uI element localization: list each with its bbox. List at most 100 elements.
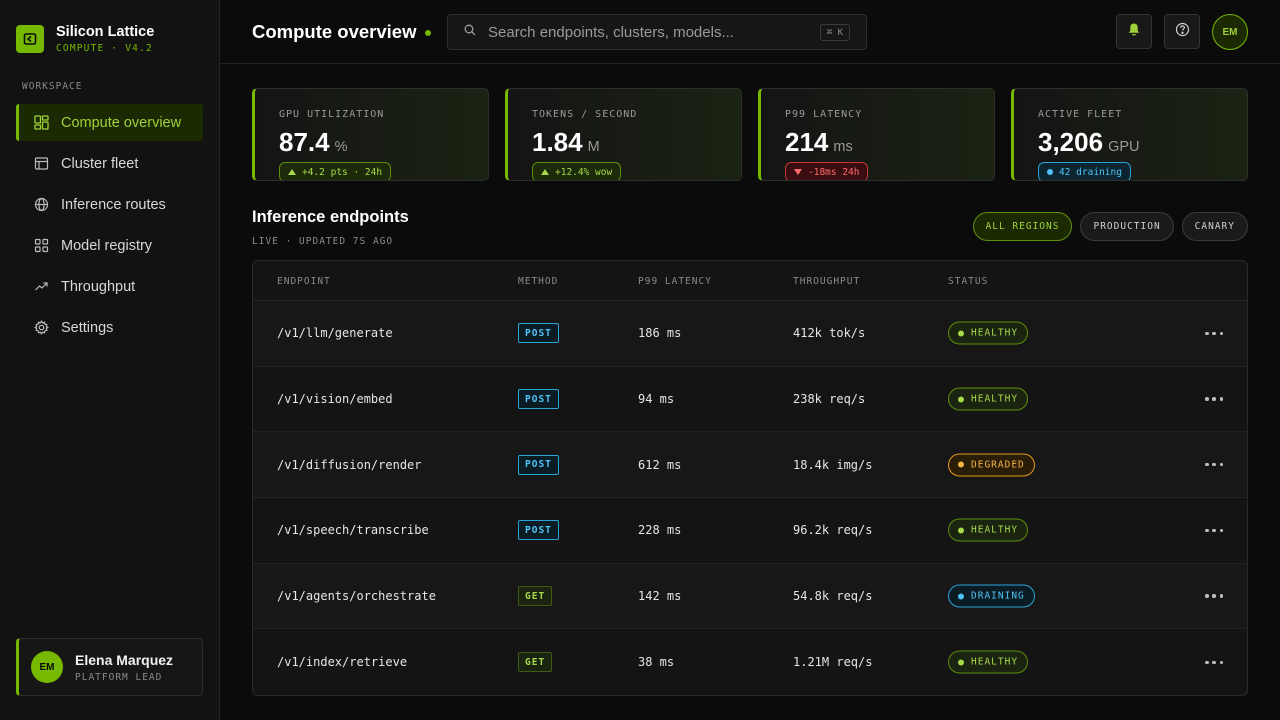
globe-icon <box>33 197 49 213</box>
throughput-value: 238k req/s <box>793 392 866 407</box>
kpi-card-tokens-per-second[interactable]: TOKENS / SECOND 1.84 M +12.4% wow <box>505 88 742 181</box>
brand-name: Silicon Lattice <box>56 24 155 40</box>
workspace-label: WORKSPACE <box>22 81 83 92</box>
more-actions-icon[interactable] <box>1205 523 1223 537</box>
table-row[interactable]: /v1/vision/embed POST 94 ms 238k req/s HEALT… <box>253 367 1247 433</box>
status-text: HEALTHY <box>971 524 1019 536</box>
throughput-value: 96.2k req/s <box>793 523 873 538</box>
status-dot-icon <box>958 593 964 600</box>
filter-chip-all-regions[interactable]: ALL REGIONS <box>972 212 1073 241</box>
sidebar-item-model-registry[interactable]: Model registry <box>16 227 203 264</box>
latency-value: 142 ms <box>638 589 682 604</box>
table-icon <box>33 156 49 172</box>
column-header-status[interactable]: STATUS <box>948 276 988 287</box>
table-row[interactable]: /v1/diffusion/render POST 612 ms 18.4k img/… <box>253 432 1247 499</box>
user-card[interactable]: EM Elena Marquez PLATFORM LEAD <box>16 638 203 696</box>
throughput-value: 412k tok/s <box>793 326 866 341</box>
trend-badge: +4.2 pts · 24h <box>279 162 392 180</box>
kpi-card-gpu-utilization[interactable]: GPU UTILIZATION 87.4 % +4.2 pts · 24h <box>252 88 489 181</box>
kpi-value: 1.84 <box>532 127 583 157</box>
search-icon <box>464 23 476 41</box>
info-badge-text: 42 draining <box>1059 166 1122 178</box>
sidebar-item-cluster-fleet[interactable]: Cluster fleet <box>16 145 203 182</box>
trend-up-icon <box>33 279 49 295</box>
throughput-value: 54.8k req/s <box>793 589 873 604</box>
trend-up-icon <box>541 169 549 175</box>
brand[interactable]: Silicon Lattice COMPUTE · V4.2 <box>16 24 154 54</box>
sidebar-item-label: Settings <box>61 319 114 336</box>
status-badge: DEGRADED <box>948 453 1035 477</box>
table-row[interactable]: /v1/agents/orchestrate GET 142 ms 54.8k req… <box>253 563 1247 630</box>
search-bar[interactable]: ⌘ K <box>447 14 867 50</box>
sidebar-item-throughput[interactable]: Throughput <box>16 268 203 305</box>
column-header-endpoint[interactable]: ENDPOINT <box>277 276 331 287</box>
status-dot-icon <box>958 330 964 337</box>
user-role: PLATFORM LEAD <box>75 671 163 683</box>
trend-up-icon <box>288 169 296 175</box>
more-actions-icon[interactable] <box>1205 655 1223 669</box>
table-row[interactable]: /v1/llm/generate POST 186 ms 412k tok/s HEAL… <box>253 301 1247 367</box>
kpi-card-p99-latency[interactable]: P99 LATENCY 214 ms -18ms 24h <box>758 88 995 181</box>
kpi-label: P99 LATENCY <box>785 109 863 120</box>
help-button[interactable] <box>1164 14 1200 49</box>
trend-badge: +12.4% wow <box>532 162 622 180</box>
endpoint-path[interactable]: /v1/index/retrieve <box>277 655 407 669</box>
latency-value: 38 ms <box>638 655 675 670</box>
kpi-label: GPU UTILIZATION <box>279 109 385 120</box>
latency-value: 612 ms <box>638 457 682 472</box>
sidebar-item-inference-routes[interactable]: Inference routes <box>16 186 203 223</box>
endpoint-path[interactable]: /v1/vision/embed <box>277 392 393 406</box>
latency-value: 94 ms <box>638 392 675 407</box>
throughput-value: 18.4k img/s <box>793 457 873 472</box>
status-dot-icon <box>958 461 964 468</box>
kpi-label: TOKENS / SECOND <box>532 109 638 120</box>
status-text: HEALTHY <box>971 393 1019 405</box>
method-badge: POST <box>518 454 559 475</box>
method-badge: POST <box>518 323 559 344</box>
table-body: /v1/llm/generate POST 186 ms 412k tok/s HEAL… <box>253 301 1247 695</box>
more-actions-icon[interactable] <box>1205 458 1223 472</box>
column-header-latency[interactable]: P99 LATENCY <box>638 276 712 287</box>
more-actions-icon[interactable] <box>1205 392 1223 406</box>
sidebar-nav: Compute overview Cluster fleet Inference… <box>16 104 203 350</box>
more-actions-icon[interactable] <box>1205 589 1223 603</box>
kpi-unit: ms <box>833 139 853 155</box>
sidebar-item-label: Model registry <box>61 237 153 254</box>
status-text: HEALTHY <box>971 327 1019 339</box>
user-avatar-button[interactable]: EM <box>1212 14 1248 50</box>
filter-chip-canary[interactable]: CANARY <box>1181 212 1248 241</box>
sidebar-item-settings[interactable]: Settings <box>16 309 203 346</box>
status-dot-icon <box>1047 169 1053 175</box>
more-actions-icon[interactable] <box>1205 326 1223 340</box>
method-badge: GET <box>518 652 553 673</box>
endpoint-path[interactable]: /v1/agents/orchestrate <box>277 589 436 603</box>
endpoint-path[interactable]: /v1/llm/generate <box>277 326 393 340</box>
section-subtitle: LIVE · UPDATED 7S AGO <box>252 236 394 247</box>
table-row[interactable]: /v1/speech/transcribe POST 228 ms 96.2k req… <box>253 498 1247 564</box>
notifications-button[interactable] <box>1116 14 1152 49</box>
kpi-value: 3,206 <box>1038 127 1104 157</box>
throughput-value: 1.21M req/s <box>793 655 873 670</box>
sidebar: Silicon Lattice COMPUTE · V4.2 WORKSPACE… <box>0 0 220 720</box>
status-badge: DRAINING <box>948 584 1035 608</box>
kpi-card-active-fleet[interactable]: ACTIVE FLEET 3,206 GPU 42 draining <box>1011 88 1248 181</box>
filter-chip-production[interactable]: PRODUCTION <box>1080 212 1174 241</box>
column-header-method[interactable]: METHOD <box>518 276 558 287</box>
trend-badge-text: +4.2 pts · 24h <box>302 166 383 178</box>
column-header-throughput[interactable]: THROUGHPUT <box>793 276 860 287</box>
top-header: Compute overview ⌘ K EM <box>220 0 1280 64</box>
sidebar-item-compute-overview[interactable]: Compute overview <box>16 104 203 141</box>
search-input[interactable] <box>488 23 798 41</box>
sidebar-item-label: Cluster fleet <box>61 155 139 172</box>
endpoint-path[interactable]: /v1/speech/transcribe <box>277 523 429 537</box>
table-row[interactable]: /v1/index/retrieve GET 38 ms 1.21M req/s HEA… <box>253 629 1247 695</box>
kpi-value: 87.4 <box>279 127 330 157</box>
region-filters: ALL REGIONS PRODUCTION CANARY <box>965 212 1248 241</box>
method-badge: POST <box>518 520 559 541</box>
status-text: DEGRADED <box>971 459 1025 471</box>
table-header: ENDPOINT METHOD P99 LATENCY THROUGHPUT S… <box>253 261 1247 301</box>
status-badge: HEALTHY <box>948 650 1029 674</box>
status-text: DRAINING <box>971 590 1025 602</box>
endpoint-path[interactable]: /v1/diffusion/render <box>277 458 422 472</box>
status-dot-icon <box>958 527 964 534</box>
